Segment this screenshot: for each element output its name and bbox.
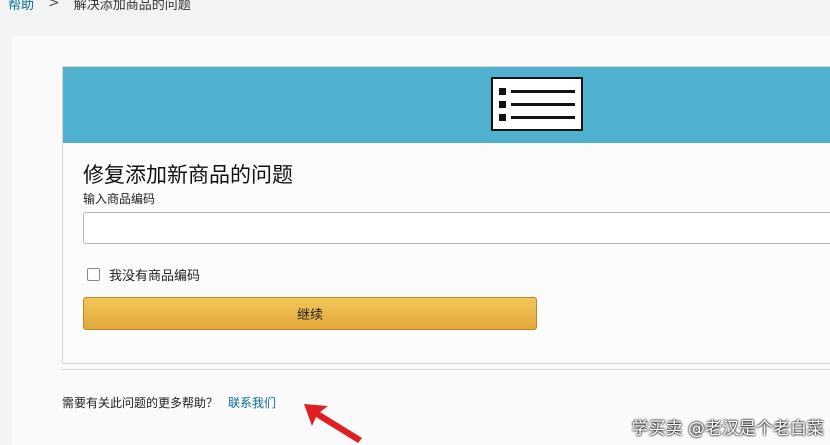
breadcrumb-separator: > (48, 0, 60, 11)
list-document-icon (491, 77, 583, 131)
product-code-label: 输入商品编码 (83, 192, 156, 206)
no-product-code-checkbox[interactable] (87, 268, 100, 281)
breadcrumb-help-link[interactable]: 帮助 (8, 0, 34, 13)
red-arrow-icon (304, 404, 362, 443)
divider (62, 369, 830, 370)
watermark: 学买卖 @老汉是个老白菜 (631, 419, 824, 439)
no-product-code-option[interactable]: 我没有商品编码 (87, 265, 200, 284)
breadcrumb: 帮助 > 解决添加商品的问题 (8, 0, 191, 13)
help-row: 需要有关此问题的更多帮助？ 联系我们 (62, 394, 276, 411)
no-product-code-label: 我没有商品编码 (109, 269, 201, 284)
product-code-input[interactable] (83, 212, 830, 244)
help-question: 需要有关此问题的更多帮助？ (62, 396, 219, 410)
add-product-fix-card: 修复添加新商品的问题 输入商品编码 我没有商品编码 继续 (62, 66, 830, 364)
breadcrumb-current: 解决添加商品的问题 (73, 0, 191, 13)
continue-button[interactable]: 继续 (83, 297, 537, 330)
contact-us-link[interactable]: 联系我们 (228, 394, 276, 411)
card-banner (63, 67, 830, 143)
page: 帮助 > 解决添加商品的问题 修复添加新商品的问题 输入商品编码 我没有商品编码… (0, 0, 830, 445)
card-title: 修复添加新商品的问题 (83, 163, 293, 187)
